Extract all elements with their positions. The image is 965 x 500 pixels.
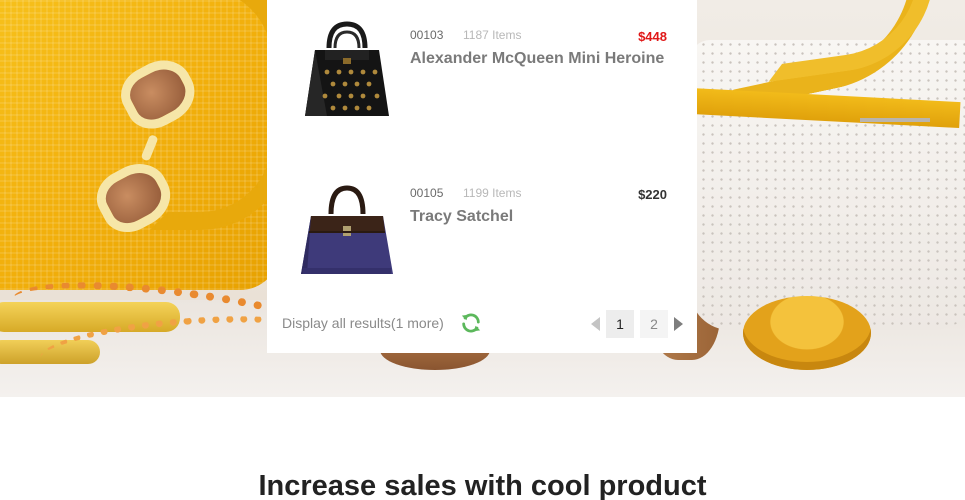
result-item[interactable]: 00105 1199 Items $220 Tracy Satchel: [267, 178, 697, 288]
product-code: 00103: [410, 28, 444, 42]
display-all-results-link[interactable]: Display all results(1 more): [282, 315, 444, 331]
next-page-arrow-icon[interactable]: [674, 317, 683, 331]
blue-satchel-image[interactable]: [297, 178, 397, 283]
section-heading: Increase sales with cool product: [258, 470, 707, 500]
product-price: $220: [638, 187, 667, 202]
results-footer: Display all results(1 more) 1 2: [267, 310, 697, 340]
page-1-button[interactable]: 1: [606, 310, 634, 338]
page-2-button[interactable]: 2: [640, 310, 668, 338]
bangle-image: [743, 296, 871, 370]
result-item[interactable]: 00103 1187 Items $448 Alexander McQueen …: [267, 20, 697, 130]
refresh-icon[interactable]: [460, 312, 482, 334]
product-price: $448: [638, 29, 667, 44]
search-results-panel: 00103 1187 Items $448 Alexander McQueen …: [267, 0, 697, 353]
item-count: 1199 Items: [463, 186, 522, 200]
product-name-link[interactable]: Tracy Satchel: [410, 208, 513, 226]
product-name-link[interactable]: Alexander McQueen Mini Heroine: [410, 50, 664, 68]
product-code: 00105: [410, 186, 444, 200]
item-count: 1187 Items: [463, 28, 522, 42]
prev-page-arrow-icon[interactable]: [591, 317, 600, 331]
black-studded-handbag-image[interactable]: [297, 20, 397, 125]
pagination: 1 2: [591, 310, 683, 338]
